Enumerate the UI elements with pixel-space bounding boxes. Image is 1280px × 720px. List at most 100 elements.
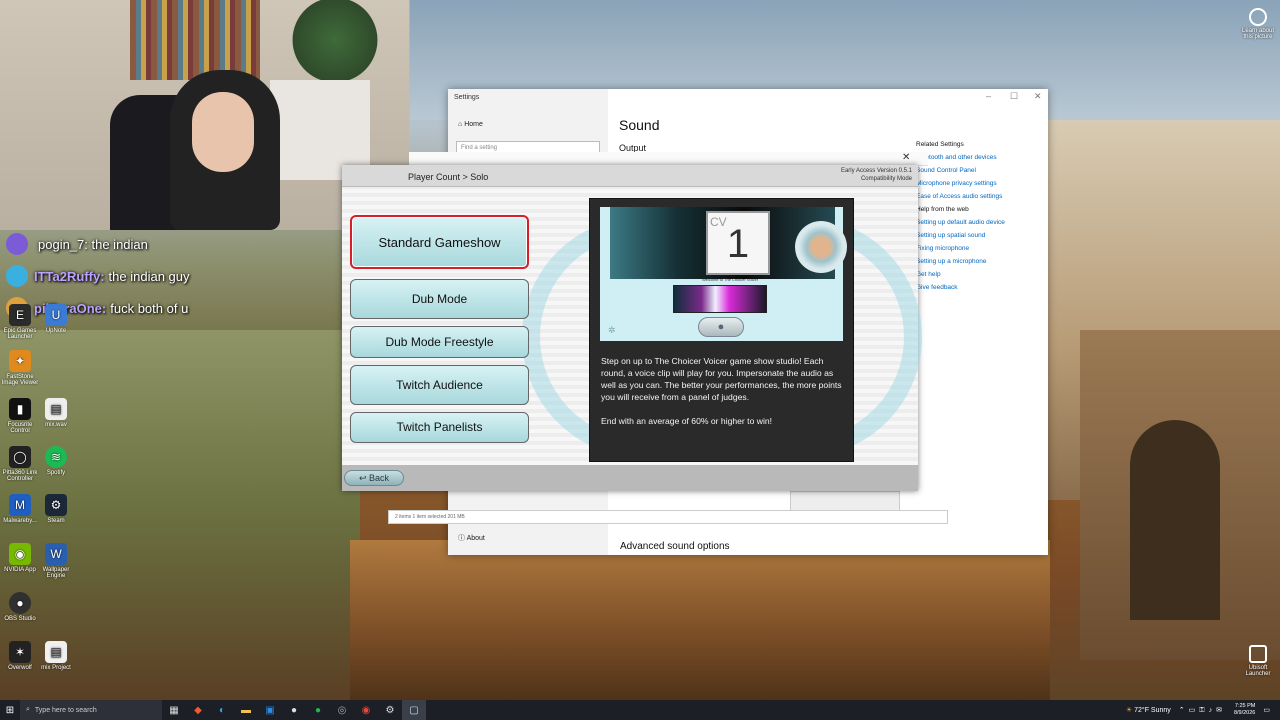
desktop-icon-nvidia[interactable]: ◉ NVIDIA App	[0, 543, 40, 573]
compat-label: Compatibility Mode	[860, 176, 912, 182]
related-link[interactable]: Sound Control Panel	[916, 167, 1046, 180]
file-explorer-icon[interactable]: ▬	[234, 700, 258, 720]
desktop-icon-link-controller[interactable]: ◯ Pitta360 Link Controller	[0, 446, 40, 482]
steam-icon: ⚙	[45, 494, 67, 516]
mode-dub-mode-button[interactable]: Dub Mode	[350, 279, 529, 319]
desktop-icon-label: NVIDIA App	[4, 567, 36, 573]
desktop-icon-ubisoft[interactable]: Ubisoft Launcher	[1238, 645, 1278, 677]
advanced-sound-options-link[interactable]: Advanced sound options	[620, 541, 730, 552]
web-link[interactable]: Setting up default audio device	[916, 219, 1046, 232]
desktop-icon-faststone[interactable]: ✦ FastStone Image Viewer	[0, 350, 40, 386]
task-view-icon[interactable]: ▦	[162, 700, 186, 720]
mode-description: Step on up to The Choicer Voicer game sh…	[601, 355, 847, 439]
desktop-icon-malwarebytes[interactable]: M Malwareby...	[0, 494, 40, 524]
faststone-icon: ✦	[9, 350, 31, 372]
game-window: Player Count > Solo Early Access Version…	[342, 165, 922, 491]
related-link[interactable]: Microphone privacy settings	[916, 180, 1046, 193]
file-icon: ▤	[45, 641, 67, 663]
obs-icon[interactable]: ●	[282, 700, 306, 720]
windows-start-icon[interactable]: ⊞	[0, 700, 20, 720]
desktop-icon-obs[interactable]: ● OBS Studio	[0, 592, 40, 622]
wallpaper-bridge	[1080, 330, 1280, 660]
game-icon[interactable]: ◎	[330, 700, 354, 720]
overwolf-icon: ✶	[9, 641, 31, 663]
related-link[interactable]: Ease of Access audio settings	[916, 193, 1046, 206]
settings-about-label: About	[466, 535, 485, 542]
minimize-icon[interactable]: –	[986, 91, 991, 101]
clock[interactable]: 7:25 PM 8/9/2026	[1234, 703, 1255, 717]
epic-icon: E	[9, 304, 31, 326]
desktop-icon-upnote[interactable]: U UpNote	[36, 304, 76, 334]
desktop-icon-mix-project[interactable]: ▤ mix Project	[36, 641, 76, 671]
weather-text: 72°F Sunny	[1134, 707, 1171, 714]
web-link[interactable]: Setting up a microphone	[916, 258, 1046, 271]
related-link[interactable]: Bluetooth and other devices	[916, 154, 1046, 167]
desktop-icon-wallpaper-engine[interactable]: W Wallpaper Engine	[36, 543, 76, 579]
notifications-icon[interactable]: ▭	[1263, 706, 1270, 714]
settings-icon[interactable]: ⚙	[378, 700, 402, 720]
desktop-icon-label: Pitta360 Link Controller	[2, 470, 38, 482]
page-title: Sound	[619, 117, 660, 133]
learn-about-picture[interactable]: Learn about this picture	[1238, 8, 1278, 40]
search-placeholder: Type here to search	[34, 706, 97, 714]
edge-icon[interactable]: ◐	[210, 700, 234, 720]
wallpaper-engine-icon: W	[45, 543, 67, 565]
web-link[interactable]: Fixing microphone	[916, 245, 1046, 258]
oculus-icon: ◯	[9, 446, 31, 468]
desktop-icon-focusrite[interactable]: ▮ Focusrite Control	[0, 398, 40, 434]
description-text: Step on up to The Choicer Voicer game sh…	[601, 356, 842, 402]
close-icon[interactable]: ✕	[902, 152, 910, 163]
search-icon: ⌕	[26, 706, 30, 713]
desktop-icon-label: Steam	[47, 518, 65, 524]
obs-icon: ●	[9, 592, 31, 614]
game-header: Player Count > Solo Early Access Version…	[342, 165, 918, 187]
webcam-face	[192, 92, 254, 172]
breadcrumb: Player Count > Solo	[408, 172, 489, 182]
maximize-icon[interactable]: ☐	[1010, 91, 1018, 102]
back-button[interactable]: ↩ Back	[344, 470, 404, 486]
gear-icon[interactable]: ✲	[608, 325, 616, 336]
desktop-icon-label: Malwareby...	[3, 518, 37, 524]
spotify-icon[interactable]: ●	[306, 700, 330, 720]
taskbar: ⊞ ⌕ Type here to search ▦ ◆ ◐ ▬ ▣ ● ● ◎ ◉…	[0, 700, 1280, 720]
mode-standard-gameshow-button[interactable]: Standard Gameshow	[350, 215, 529, 269]
webcam-shelf	[130, 0, 260, 80]
record-button[interactable]: ●	[698, 317, 744, 337]
desktop-icon-mix-wav[interactable]: ▤ mix.wav	[36, 398, 76, 428]
win-condition-text: End with an average of 60% or higher to …	[601, 416, 773, 426]
settings-home[interactable]: ⌂ Home	[458, 121, 483, 128]
web-link[interactable]: Give feedback	[916, 284, 1046, 297]
game-window-icon[interactable]: ▢	[402, 700, 426, 720]
chat-text: the indian guy	[108, 268, 190, 284]
desktop-icon-spotify[interactable]: ≋ Spotify	[36, 446, 76, 476]
preview-stage: 1 CV	[610, 207, 847, 279]
desktop-icon-epic[interactable]: E Epic Games Launcher	[0, 304, 40, 340]
desktop-icon-steam[interactable]: ⚙ Steam	[36, 494, 76, 524]
upnote-icon: U	[45, 304, 67, 326]
mode-twitch-panelists-button[interactable]: Twitch Panelists	[350, 412, 529, 443]
related-settings-title: Related Settings	[916, 141, 964, 148]
web-link[interactable]: Setting up spatial sound	[916, 232, 1046, 245]
mode-description-panel: 1 CV Welcome to The Choicer Voicer ● ✲ S…	[589, 198, 854, 462]
web-link[interactable]: Get help	[916, 271, 1046, 284]
info-icon: ⓘ	[458, 535, 467, 542]
brave-icon[interactable]: ◆	[186, 700, 210, 720]
chrome-icon[interactable]: ◉	[354, 700, 378, 720]
desktop-icon-overwolf[interactable]: ✶ Overwolf	[0, 641, 40, 671]
desktop-icon-label: Wallpaper Engine	[42, 567, 70, 579]
version-label: Early Access Version 0.5.1	[840, 168, 912, 174]
judge-orb	[795, 221, 847, 273]
nvidia-icon: ◉	[9, 543, 31, 565]
back-arrow-icon: ↩	[358, 473, 370, 483]
close-icon[interactable]: ✕	[1034, 91, 1042, 102]
desktop-icon-label: Overwolf	[8, 665, 32, 671]
mode-dub-mode-freestyle-button[interactable]: Dub Mode Freestyle	[350, 326, 529, 358]
tray-icons[interactable]: ⌃▭⚿♪✉	[1179, 706, 1226, 715]
file-icon: ▤	[45, 398, 67, 420]
store-icon[interactable]: ▣	[258, 700, 282, 720]
weather-widget[interactable]: ☀ 72°F Sunny	[1126, 706, 1171, 714]
mode-twitch-audience-button[interactable]: Twitch Audience	[350, 365, 529, 405]
settings-about[interactable]: ⓘ About	[458, 533, 485, 543]
taskbar-search[interactable]: ⌕ Type here to search	[20, 700, 162, 720]
waveform-display	[673, 285, 767, 313]
